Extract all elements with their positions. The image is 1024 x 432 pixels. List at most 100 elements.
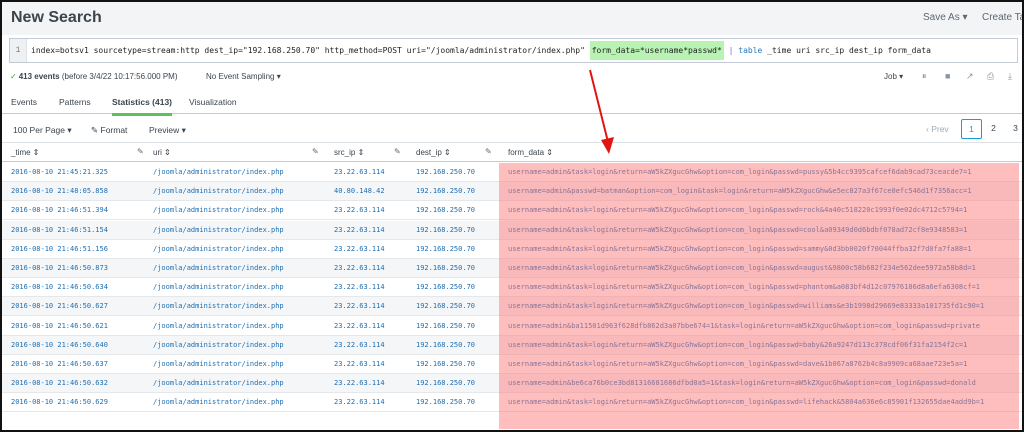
cell-dest[interactable]: 192.168.250.70 — [416, 283, 475, 291]
cell-src[interactable]: 23.22.63.114 — [334, 302, 385, 310]
cell-uri[interactable]: /joomla/administrator/index.php — [153, 245, 284, 253]
cell-uri[interactable]: /joomla/administrator/index.php — [153, 206, 284, 214]
cell-time[interactable]: 2016-08-10 21:46:50.640 — [11, 341, 108, 349]
format-label: Format — [100, 125, 128, 135]
cell-time[interactable]: 2016-08-10 21:46:50.637 — [11, 360, 108, 368]
cell-time[interactable]: 2016-08-10 21:46:50.629 — [11, 398, 108, 406]
cell-dest[interactable]: 192.168.250.70 — [416, 360, 475, 368]
cell-uri[interactable]: /joomla/administrator/index.php — [153, 168, 284, 176]
pause-icon[interactable]: ⏸ — [922, 71, 927, 82]
cell-dest[interactable]: 192.168.250.70 — [416, 379, 475, 387]
edit-column-icon[interactable]: ✎ — [485, 147, 492, 156]
highlight-box — [499, 163, 1019, 429]
results-toolbar: 100 Per Page ▾ ✎ Format Preview ▾ ‹ Prev… — [2, 116, 1022, 142]
column-header-time[interactable]: _time ⇕ — [11, 148, 40, 157]
page-title: New Search — [11, 9, 102, 26]
per-page-dropdown[interactable]: 100 Per Page ▾ — [13, 125, 72, 136]
query-base: index=botsv1 sourcetype=stream:http dest… — [31, 46, 585, 55]
edit-column-icon[interactable]: ✎ — [312, 147, 319, 156]
page-button-2[interactable]: 2 — [983, 119, 1004, 139]
cell-src[interactable]: 23.22.63.114 — [334, 226, 385, 234]
cell-time[interactable]: 2016-08-10 21:46:50.873 — [11, 264, 108, 272]
cell-uri[interactable]: /joomla/administrator/index.php — [153, 302, 284, 310]
edit-column-icon[interactable]: ✎ — [137, 147, 144, 156]
cell-src[interactable]: 23.22.63.114 — [334, 245, 385, 253]
splunk-search-window: New Search Save As ▾ Create Tab 1 index=… — [0, 0, 1024, 432]
edit-column-icon[interactable]: ✎ — [394, 147, 401, 156]
format-button[interactable]: ✎ Format — [91, 125, 127, 136]
cell-uri[interactable]: /joomla/administrator/index.php — [153, 322, 284, 330]
event-sampling-dropdown[interactable]: No Event Sampling ▾ — [206, 72, 281, 81]
cell-dest[interactable]: 192.168.250.70 — [416, 322, 475, 330]
cell-dest[interactable]: 192.168.250.70 — [416, 206, 475, 214]
cell-src[interactable]: 23.22.63.114 — [334, 206, 385, 214]
cell-time[interactable]: 2016-08-10 21:46:50.632 — [11, 379, 108, 387]
export-icon[interactable]: ⤓ — [1008, 71, 1012, 82]
cell-src[interactable]: 23.22.63.114 — [334, 264, 385, 272]
cell-uri[interactable]: /joomla/administrator/index.php — [153, 341, 284, 349]
cell-dest[interactable]: 192.168.250.70 — [416, 264, 475, 272]
check-icon: ✓ — [10, 72, 17, 81]
share-icon[interactable]: ↗ — [966, 71, 974, 82]
cell-uri[interactable]: /joomla/administrator/index.php — [153, 187, 284, 195]
cell-time[interactable]: 2016-08-10 21:46:50.627 — [11, 302, 108, 310]
job-menu[interactable]: Job ▾ — [884, 72, 903, 81]
job-status-row: ✓ 413 events (before 3/4/22 10:17:56.000 … — [2, 66, 1022, 88]
cell-dest[interactable]: 192.168.250.70 — [416, 302, 475, 310]
cell-time[interactable]: 2016-08-10 21:46:51.394 — [11, 206, 108, 214]
cell-time[interactable]: 2016-08-10 21:46:51.154 — [11, 226, 108, 234]
save-as-menu[interactable]: Save As ▾ — [923, 12, 968, 23]
table-header: _time ⇕ ✎ uri ⇕ ✎ src_ip ⇕ ✎ dest_ip ⇕ ✎… — [2, 142, 1022, 162]
cell-src[interactable]: 23.22.63.114 — [334, 341, 385, 349]
column-header-src-ip[interactable]: src_ip ⇕ — [334, 148, 364, 157]
stop-icon[interactable]: ■ — [945, 71, 950, 81]
cell-dest[interactable]: 192.168.250.70 — [416, 226, 475, 234]
preview-dropdown[interactable]: Preview ▾ — [149, 125, 186, 136]
query-pipe: | — [728, 46, 734, 55]
column-header-form-data[interactable]: form_data ⇕ — [508, 148, 553, 157]
cell-src[interactable]: 23.22.63.114 — [334, 168, 385, 176]
tab-patterns[interactable]: Patterns — [59, 97, 91, 107]
header-bar: New Search Save As ▾ Create Tab — [2, 2, 1022, 35]
event-time-range: (before 3/4/22 10:17:56.000 PM) — [61, 72, 178, 81]
create-table-view-button[interactable]: Create Tab — [982, 12, 1022, 23]
tab-events[interactable]: Events — [11, 97, 37, 107]
event-count-value: 413 events — [18, 72, 60, 81]
page-button-3[interactable]: 3 — [1005, 119, 1022, 139]
cell-uri[interactable]: /joomla/administrator/index.php — [153, 264, 284, 272]
search-query[interactable]: index=botsv1 sourcetype=stream:http dest… — [31, 39, 931, 62]
line-number: 1 — [10, 39, 27, 62]
query-command: table — [738, 46, 763, 55]
cell-src[interactable]: 23.22.63.114 — [334, 398, 385, 406]
cell-src[interactable]: 23.22.63.114 — [334, 379, 385, 387]
cell-dest[interactable]: 192.168.250.70 — [416, 187, 475, 195]
print-icon[interactable]: ⎙ — [987, 71, 994, 82]
cell-src[interactable]: 23.22.63.114 — [334, 360, 385, 368]
cell-uri[interactable]: /joomla/administrator/index.php — [153, 283, 284, 291]
cell-src[interactable]: 23.22.63.114 — [334, 322, 385, 330]
cell-uri[interactable]: /joomla/administrator/index.php — [153, 360, 284, 368]
cell-dest[interactable]: 192.168.250.70 — [416, 341, 475, 349]
cell-dest[interactable]: 192.168.250.70 — [416, 168, 475, 176]
cell-time[interactable]: 2016-08-10 21:45:21.325 — [11, 168, 108, 176]
cell-uri[interactable]: /joomla/administrator/index.php — [153, 398, 284, 406]
pencil-icon: ✎ — [91, 125, 99, 135]
tab-visualization[interactable]: Visualization — [189, 97, 237, 107]
cell-time[interactable]: 2016-08-10 21:46:51.156 — [11, 245, 108, 253]
query-fields: _time uri src_ip dest_ip form_data — [767, 46, 931, 55]
column-header-uri[interactable]: uri ⇕ — [153, 148, 171, 157]
cell-uri[interactable]: /joomla/administrator/index.php — [153, 379, 284, 387]
cell-uri[interactable]: /joomla/administrator/index.php — [153, 226, 284, 234]
column-header-dest-ip[interactable]: dest_ip ⇕ — [416, 148, 451, 157]
cell-time[interactable]: 2016-08-10 21:46:50.634 — [11, 283, 108, 291]
cell-dest[interactable]: 192.168.250.70 — [416, 245, 475, 253]
prev-page-link[interactable]: ‹ Prev — [926, 124, 949, 134]
page-button-1[interactable]: 1 — [961, 119, 982, 139]
cell-time[interactable]: 2016-08-10 21:46:50.621 — [11, 322, 108, 330]
tab-statistics[interactable]: Statistics (413) — [112, 97, 172, 116]
cell-dest[interactable]: 192.168.250.70 — [416, 398, 475, 406]
search-bar[interactable]: 1 index=botsv1 sourcetype=stream:http de… — [9, 38, 1018, 63]
cell-src[interactable]: 40.80.148.42 — [334, 187, 385, 195]
cell-src[interactable]: 23.22.63.114 — [334, 283, 385, 291]
cell-time[interactable]: 2016-08-10 21:48:05.858 — [11, 187, 108, 195]
